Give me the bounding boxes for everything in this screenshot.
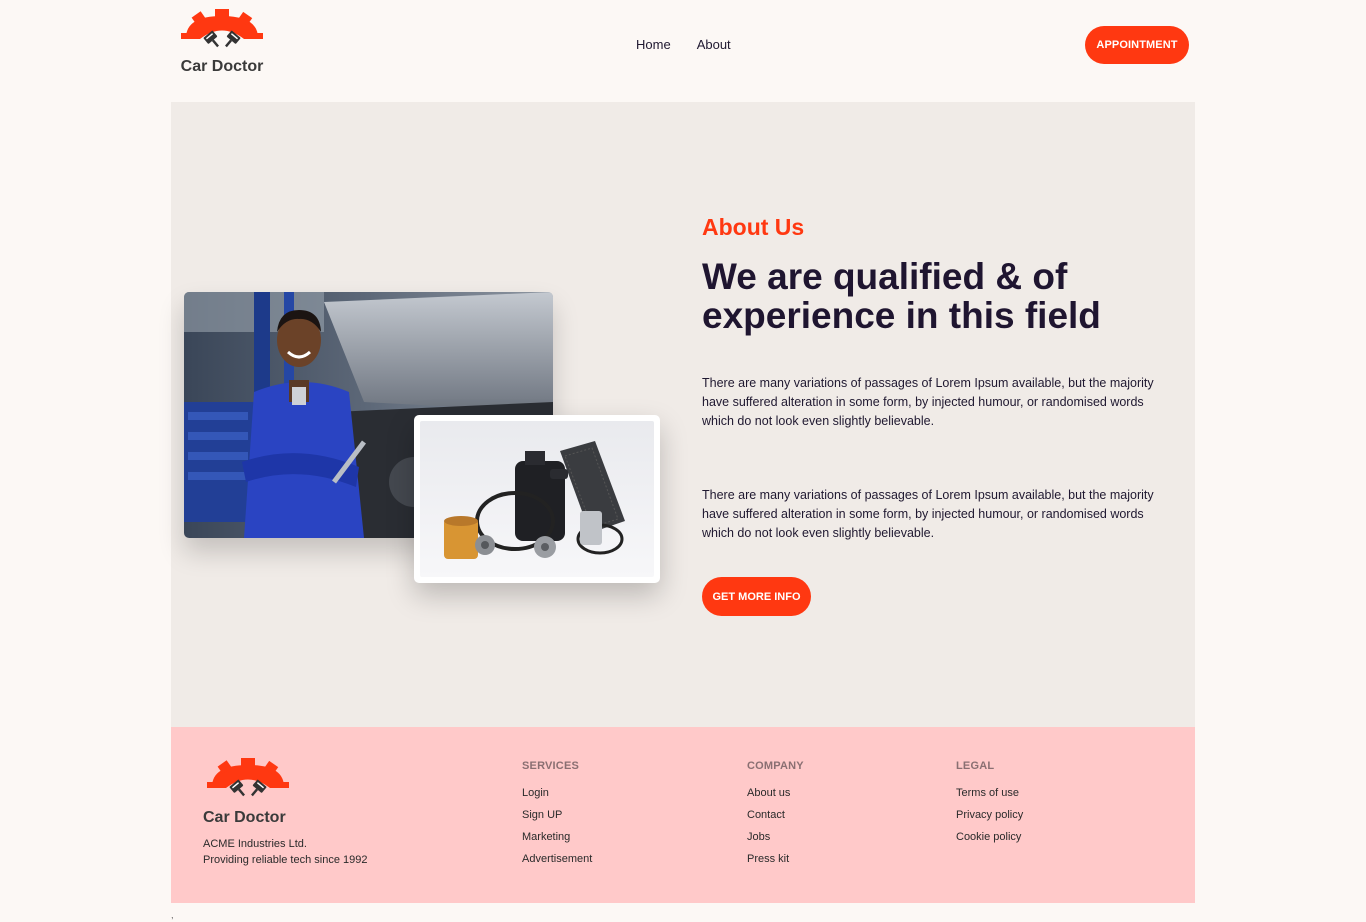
footer-link-cookie[interactable]: Cookie policy	[956, 830, 1023, 852]
header-logo[interactable]: Car Doctor	[177, 8, 267, 76]
nav-about[interactable]: About	[697, 37, 731, 52]
appointment-button-label: Appointment	[1096, 39, 1178, 51]
nav-home[interactable]: Home	[636, 37, 671, 52]
footer-tagline: ACME Industries Ltd. Providing reliable …	[203, 836, 368, 868]
footer-column-title: SERVICES	[522, 760, 580, 772]
footer-column-title: LEGAL	[956, 760, 995, 772]
brand-name: Car Doctor	[180, 58, 264, 75]
main-nav: Home About	[636, 37, 731, 52]
footer-link-login[interactable]: Login	[522, 786, 592, 808]
footer-column-services: SERVICES Login Sign UP Marketing Adverti…	[522, 760, 592, 874]
footer-link-contact[interactable]: Contact	[747, 808, 804, 830]
footer-link-advertisement[interactable]: Advertisement	[522, 852, 592, 874]
site-header: Car Doctor Home About Appointment	[171, 0, 1195, 102]
footer-link-jobs[interactable]: Jobs	[747, 830, 804, 852]
footer-link-terms[interactable]: Terms of use	[956, 786, 1023, 808]
about-section: About Us We are qualified & of experienc…	[171, 102, 1195, 727]
footer-company: ACME Industries Ltd.	[203, 838, 307, 850]
site-footer: Car Doctor ACME Industries Ltd. Providin…	[171, 727, 1195, 903]
about-headline: We are qualified & of experience in this…	[702, 256, 1101, 336]
footer-brand-name: Car Doctor	[203, 809, 286, 826]
stray-mark: ,	[171, 910, 174, 920]
appointment-button[interactable]: Appointment	[1085, 26, 1189, 64]
car-parts-photo	[414, 415, 660, 583]
gear-logo-icon	[181, 9, 263, 48]
footer-column-legal: LEGAL Terms of use Privacy policy Cookie…	[956, 760, 1023, 852]
footer-since: Providing reliable tech since 1992	[203, 854, 368, 866]
get-more-info-label: Get More Info	[712, 590, 801, 603]
footer-link-signup[interactable]: Sign UP	[522, 808, 592, 830]
page: Car Doctor Home About Appointment	[0, 0, 1366, 922]
footer-logo[interactable]	[203, 757, 293, 803]
footer-column-title: COMPANY	[747, 760, 804, 772]
footer-column-company: COMPANY About us Contact Jobs Press kit	[747, 760, 804, 874]
gear-logo-icon	[207, 758, 289, 797]
footer-link-about-us[interactable]: About us	[747, 786, 804, 808]
about-paragraph-1: There are many variations of passages of…	[702, 376, 1154, 428]
about-kicker: About Us	[702, 214, 805, 240]
footer-link-marketing[interactable]: Marketing	[522, 830, 592, 852]
about-paragraph-2: There are many variations of passages of…	[702, 488, 1154, 540]
about-content: About Us We are qualified & of experienc…	[702, 214, 1162, 616]
footer-link-press-kit[interactable]: Press kit	[747, 852, 804, 874]
footer-link-privacy[interactable]: Privacy policy	[956, 808, 1023, 830]
get-more-info-button[interactable]: Get More Info	[702, 577, 811, 616]
